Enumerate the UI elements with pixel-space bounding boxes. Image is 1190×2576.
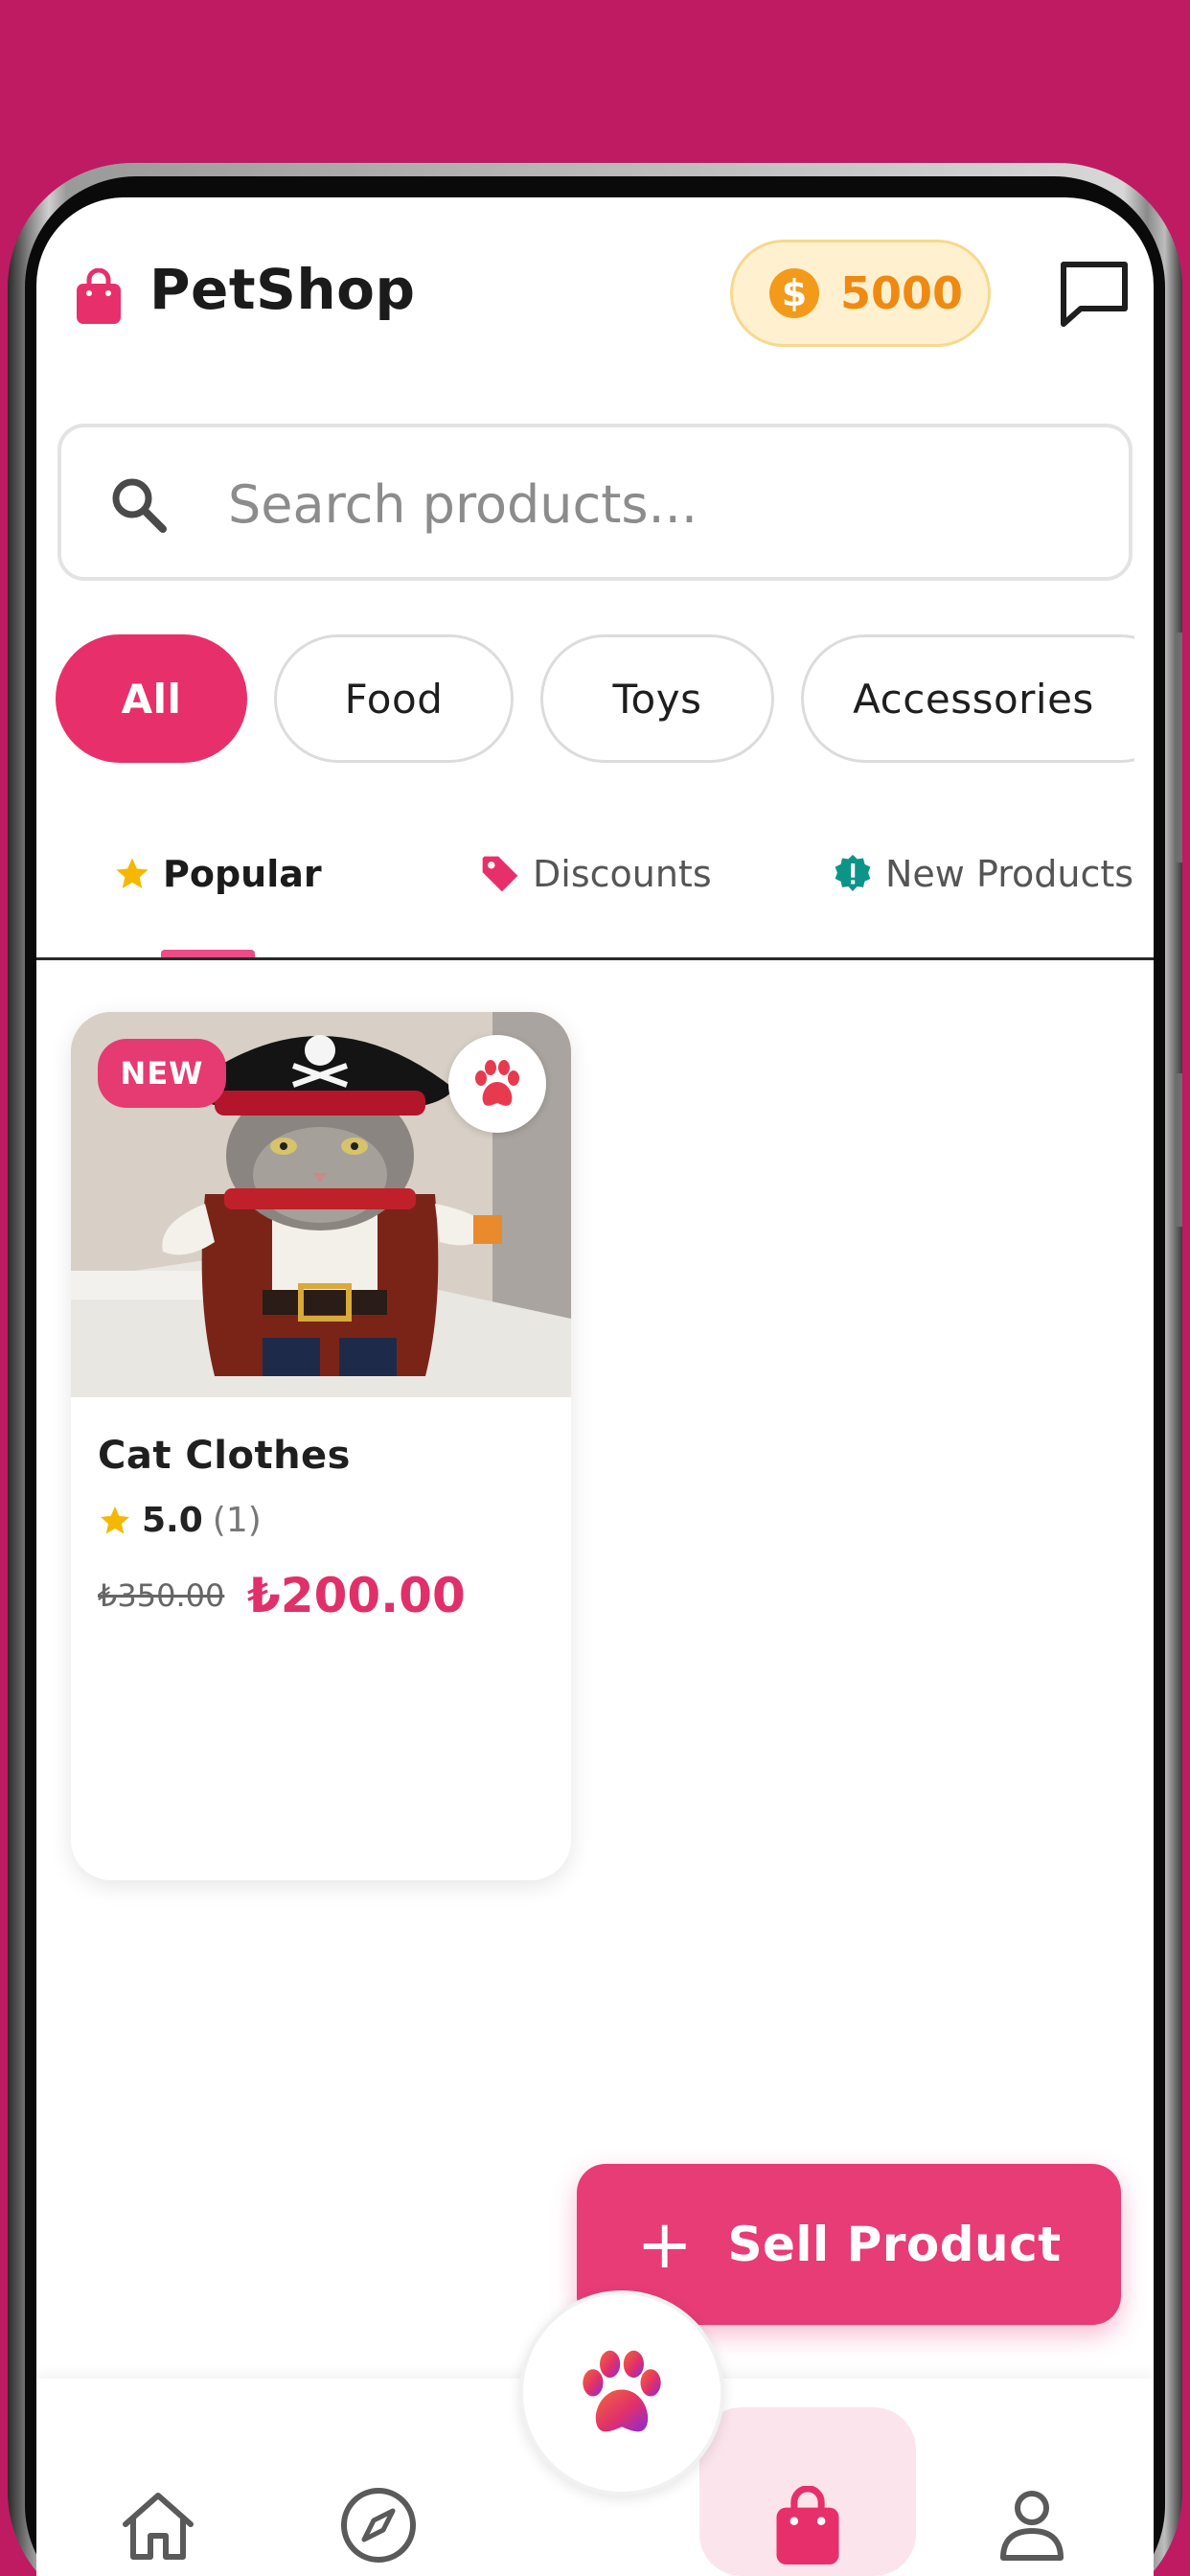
product-card[interactable]: NEW Cat Clothes 5.0 (1) ₺350.00 ₺200.00 bbox=[71, 1012, 571, 1880]
discounted-price: ₺200.00 bbox=[247, 1568, 466, 1623]
messages-icon[interactable] bbox=[1060, 261, 1129, 328]
category-chips: All Food Toys Accessories bbox=[56, 634, 1134, 765]
nav-profile[interactable] bbox=[989, 2482, 1075, 2568]
review-count: (1) bbox=[212, 1501, 262, 1540]
tab-label: Discounts bbox=[533, 853, 712, 895]
search-icon bbox=[112, 478, 167, 533]
rating-value: 5.0 bbox=[142, 1501, 203, 1540]
new-badge: NEW bbox=[98, 1039, 226, 1108]
favorite-button[interactable] bbox=[448, 1035, 546, 1133]
side-button bbox=[1175, 1073, 1182, 1227]
product-image: NEW bbox=[71, 1012, 571, 1397]
star-icon bbox=[101, 1506, 129, 1533]
coin-icon: $ bbox=[769, 268, 819, 318]
paw-icon bbox=[583, 2350, 661, 2432]
nav-home[interactable] bbox=[115, 2482, 201, 2568]
tag-icon bbox=[482, 856, 518, 892]
tab-label: Popular bbox=[163, 853, 322, 895]
app-header: PetShop $ 5000 bbox=[36, 197, 1154, 408]
sell-product-label: Sell Product bbox=[727, 2217, 1062, 2272]
chip-accessories[interactable]: Accessories bbox=[801, 634, 1134, 763]
star-icon bbox=[116, 858, 149, 888]
tab-new-products[interactable]: New Products bbox=[832, 845, 1133, 903]
search-input[interactable] bbox=[228, 456, 1090, 552]
compass-icon bbox=[341, 2488, 416, 2563]
product-tabs: Popular Discounts New Products bbox=[36, 811, 1154, 960]
nav-explore[interactable] bbox=[335, 2482, 422, 2568]
coin-balance-pill[interactable]: $ 5000 bbox=[730, 240, 991, 347]
coin-balance: 5000 bbox=[840, 267, 964, 319]
center-paw-button[interactable] bbox=[519, 2290, 724, 2496]
product-name: Cat Clothes bbox=[98, 1434, 351, 1478]
chip-food[interactable]: Food bbox=[274, 634, 514, 763]
search-bar[interactable] bbox=[57, 424, 1133, 581]
shopping-bag-icon bbox=[77, 268, 121, 324]
paw-icon bbox=[475, 1060, 519, 1106]
tab-discounts[interactable]: Discounts bbox=[479, 845, 712, 903]
tab-popular[interactable]: Popular bbox=[113, 845, 322, 903]
profile-icon bbox=[1000, 2491, 1064, 2561]
side-button bbox=[1175, 632, 1182, 862]
alert-badge-icon bbox=[835, 854, 871, 891]
app-screen: PetShop $ 5000 All Food Toys Accessories… bbox=[36, 197, 1154, 2576]
shopping-bag-icon bbox=[776, 2486, 839, 2564]
product-rating: 5.0 (1) bbox=[98, 1501, 262, 1540]
tab-label: New Products bbox=[885, 853, 1134, 895]
original-price: ₺350.00 bbox=[98, 1577, 225, 1614]
home-icon bbox=[123, 2493, 194, 2560]
chip-all[interactable]: All bbox=[56, 634, 247, 763]
plus-icon: + bbox=[636, 2205, 694, 2284]
chip-toys[interactable]: Toys bbox=[540, 634, 774, 763]
active-tab-indicator bbox=[161, 950, 255, 957]
brand-name: PetShop bbox=[149, 257, 416, 322]
nav-shop[interactable] bbox=[765, 2482, 851, 2568]
